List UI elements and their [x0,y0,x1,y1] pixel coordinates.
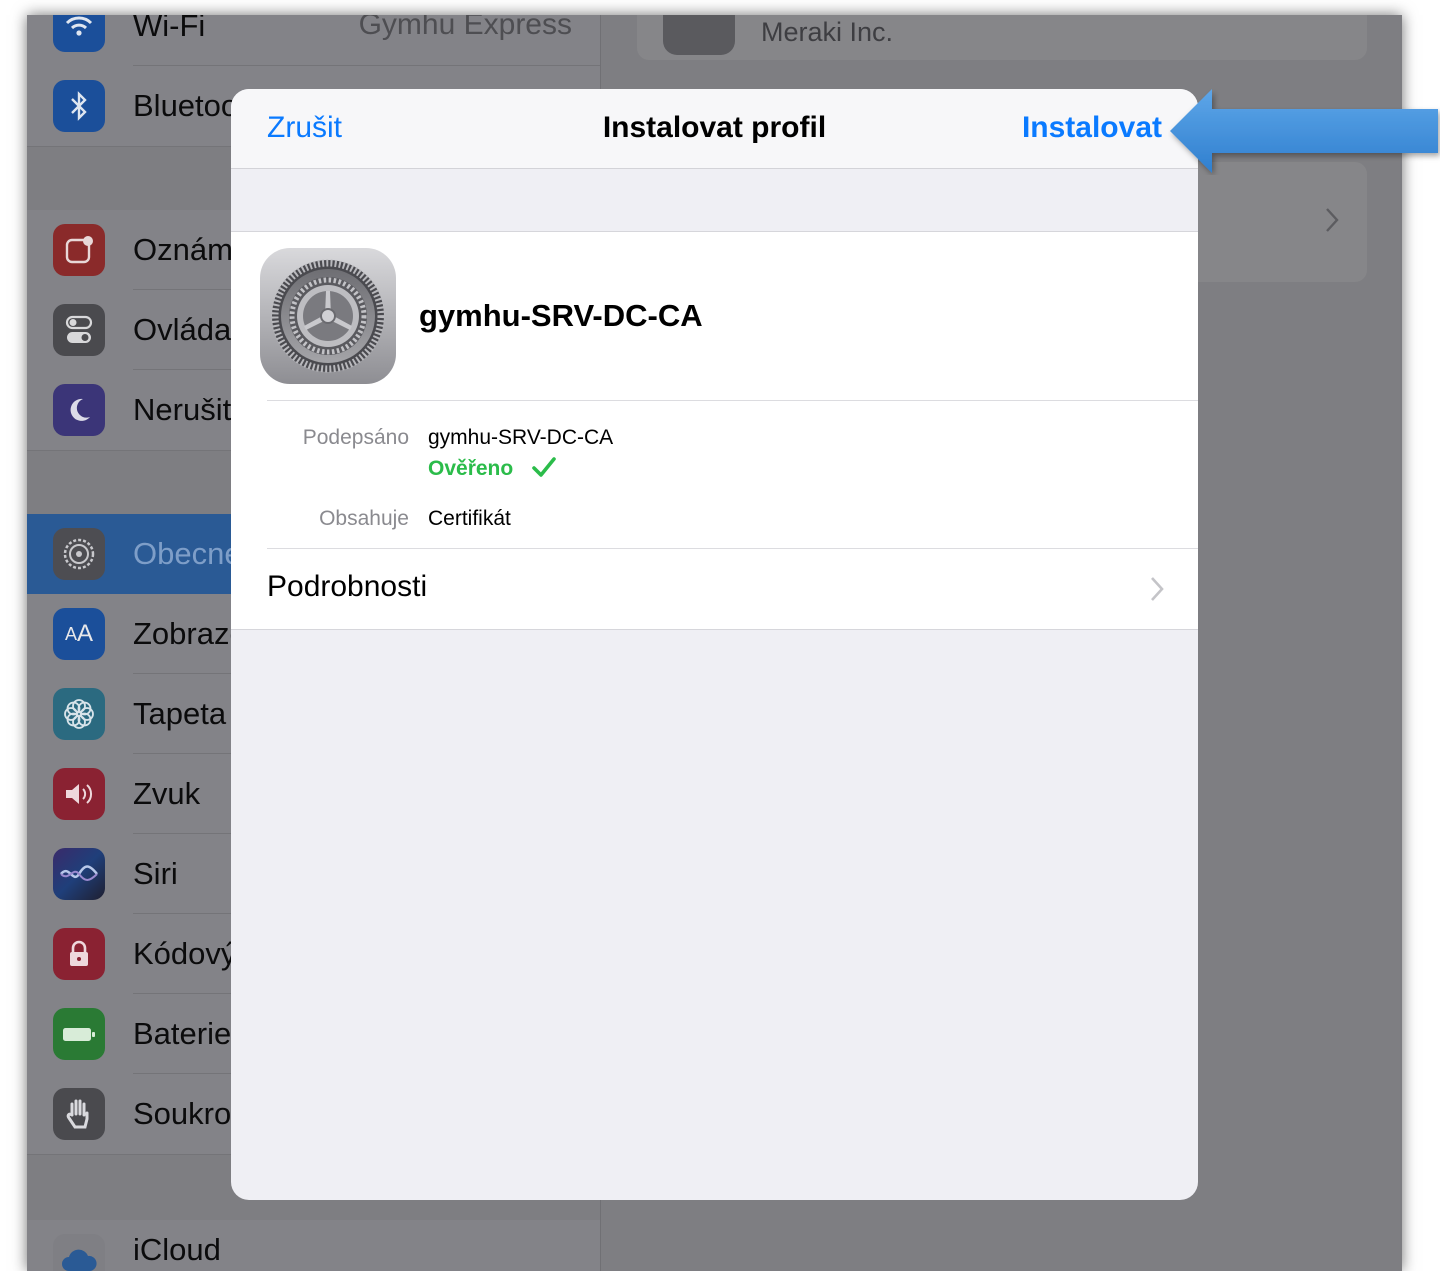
sidebar-item-label: iCloud [133,1232,221,1267]
verified-label: Ověřeno [428,457,514,480]
sidebar-item-label: Tapeta [133,696,227,731]
details-label: Podrobnosti [267,570,428,603]
gear-icon [53,528,105,580]
settings-gear-icon [260,248,396,384]
wifi-icon [53,15,105,52]
contains-label: Obsahuje [319,507,409,530]
hand-icon [53,1088,105,1140]
profile-card: gymhu-SRV-DC-CA Podepsáno gymhu-SRV-DC-C… [231,231,1198,630]
sidebar-item-label: Siri [133,856,178,891]
sidebar-item-label: Baterie [133,1016,232,1051]
chevron-right-icon [1151,577,1164,601]
sidebar-item-icloud[interactable]: iCloud [27,1220,600,1271]
install-profile-modal: Zrušit Instalovat profil Instalovat gymh… [231,89,1198,1200]
signed-by-label: Podepsáno [302,426,409,449]
notifications-icon [53,224,105,276]
details-row[interactable]: Podrobnosti [231,549,1198,629]
install-button[interactable]: Instalovat [1022,111,1162,145]
sidebar-item-label: Wi-Fi [133,15,206,43]
bluetooth-icon [53,80,105,132]
chevron-right-icon [1326,208,1339,232]
signed-by-value: gymhu-SRV-DC-CA [428,426,614,449]
profile-list-panel: Meraki Inc. [637,15,1367,60]
speaker-icon [53,768,105,820]
annotation-arrow-icon [1170,89,1438,173]
org-label: Meraki Inc. [761,17,894,47]
sidebar-item-label: Nerušit [133,392,232,427]
sidebar-item-wifi[interactable]: Wi-Fi Gymhu Express [27,15,600,66]
moon-icon [53,384,105,436]
siri-icon [53,848,105,900]
wifi-network-value: Gymhu Express [358,15,572,41]
display-brightness-icon: AA [53,608,105,660]
lock-icon [53,928,105,980]
contains-value: Certifikát [428,507,511,530]
icloud-icon [53,1234,105,1271]
profile-name: gymhu-SRV-DC-CA [419,298,703,333]
gear-icon [663,15,735,55]
sidebar-item-label: Zvuk [133,776,201,811]
control-center-icon [53,304,105,356]
modal-navbar: Zrušit Instalovat profil Instalovat [231,89,1198,169]
battery-icon [53,1008,105,1060]
checkmark-icon [532,457,556,477]
sidebar-item-label: Obecné [133,536,242,571]
divider [267,400,1198,401]
wallpaper-flower-icon [53,688,105,740]
